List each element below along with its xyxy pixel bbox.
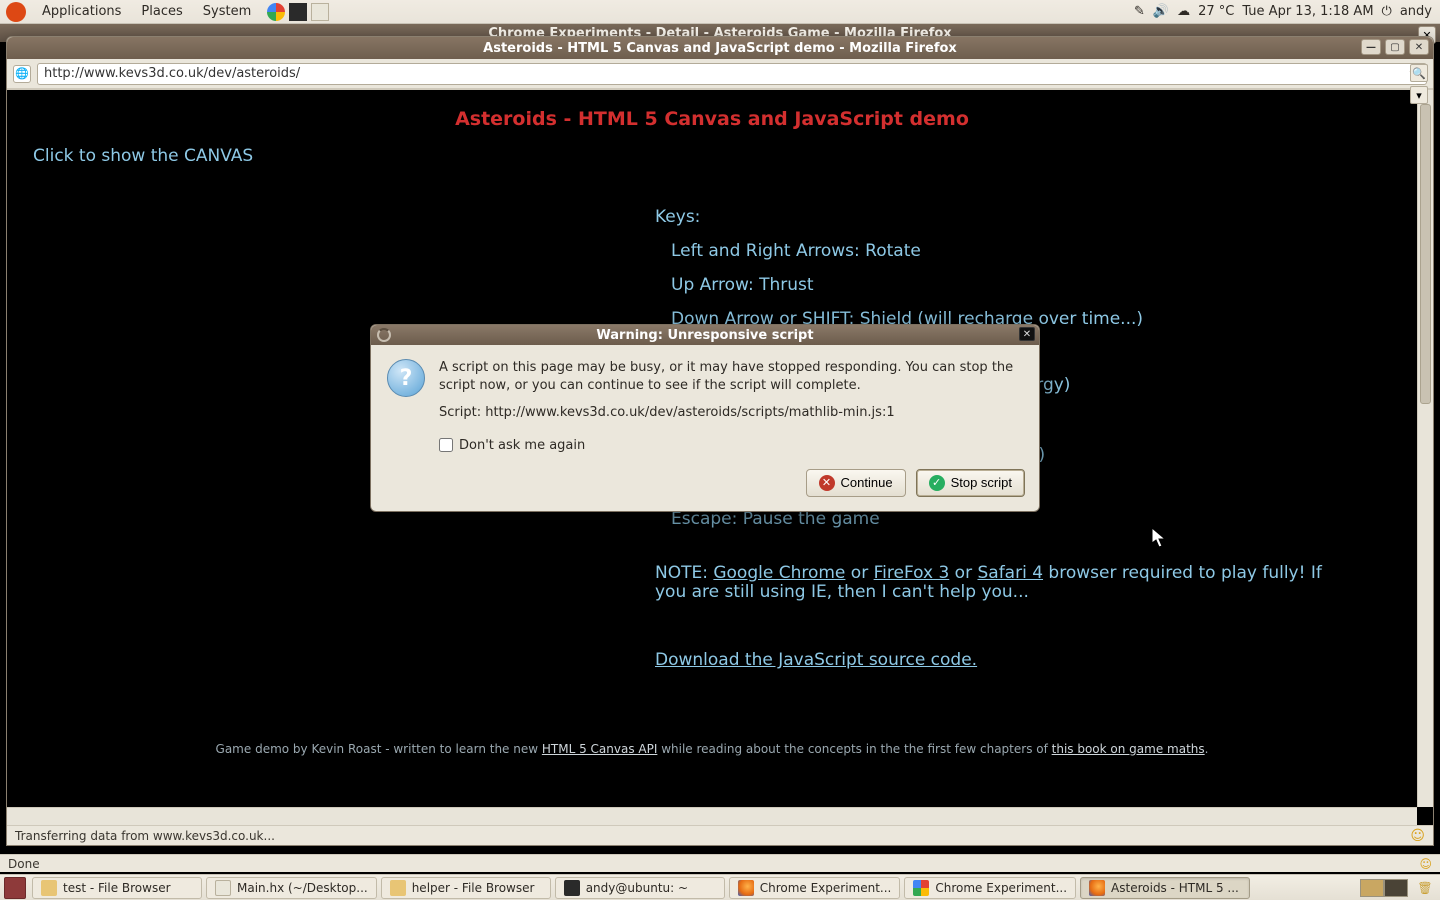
workspace-switcher[interactable] (1360, 879, 1408, 897)
url-text: http://www.kevs3d.co.uk/dev/asteroids/ (44, 66, 300, 81)
trash-icon[interactable]: 🗑 (1414, 877, 1436, 899)
keys-heading: Keys: (655, 200, 1143, 234)
taskbar-task[interactable]: andy@ubuntu: ~ (555, 877, 725, 899)
note-or: or (949, 563, 977, 583)
page-footer: Game demo by Kevin Roast - written to le… (7, 742, 1417, 756)
dialog-close-button[interactable]: ✕ (1019, 327, 1035, 341)
taskbar-task[interactable]: helper - File Browser (381, 877, 551, 899)
dialog-script-path: Script: http://www.kevs3d.co.uk/dev/aste… (439, 404, 1023, 422)
taskbar-task[interactable]: test - File Browser (32, 877, 202, 899)
status-bar: Transferring data from www.kevs3d.co.uk.… (7, 825, 1433, 845)
launcher-chrome-icon[interactable] (267, 3, 285, 21)
continue-button[interactable]: ✕ Continue (806, 469, 906, 497)
link-chrome[interactable]: Google Chrome (713, 563, 845, 583)
user-menu[interactable]: andy (1400, 4, 1432, 19)
stop-script-button-label: Stop script (951, 475, 1012, 490)
window-minimize-button[interactable]: — (1361, 39, 1381, 55)
weather-temp: 27 °C (1198, 4, 1234, 19)
cancel-icon: ✕ (819, 475, 835, 491)
taskbar-task-label: test - File Browser (63, 881, 171, 895)
background-status-text: Done (8, 857, 40, 871)
window-maximize-button[interactable]: ▢ (1385, 39, 1405, 55)
taskbar-task-label: andy@ubuntu: ~ (586, 881, 688, 895)
side-tools: 🔍 ▾ (1410, 64, 1430, 104)
footer-text: while reading about the concepts in the … (657, 742, 1051, 756)
link-firefox[interactable]: FireFox 3 (874, 563, 950, 583)
taskbar-task-label: Main.hx (~/Desktop... (237, 881, 368, 895)
page-heading: Asteroids - HTML 5 Canvas and JavaScript… (7, 90, 1417, 130)
keys-line: Left and Right Arrows: Rotate (671, 234, 1143, 268)
dont-ask-again-checkbox[interactable] (439, 438, 453, 452)
workspace-1[interactable] (1360, 879, 1384, 897)
shutdown-icon[interactable]: ⏻ (1382, 4, 1392, 19)
download-source-link[interactable]: Download the JavaScript source code. (655, 650, 977, 670)
status-smiley-icon[interactable]: ☺ (1410, 828, 1425, 844)
gnome-bottom-panel: test - File Browser Main.hx (~/Desktop...… (0, 874, 1440, 900)
clock[interactable]: Tue Apr 13, 1:18 AM (1242, 4, 1373, 19)
continue-button-label: Continue (841, 475, 893, 490)
distributor-logo-icon[interactable] (6, 2, 26, 22)
question-icon: ? (387, 359, 425, 397)
edit-icon (215, 880, 231, 896)
taskbar-task[interactable]: Asteroids - HTML 5 ... (1080, 877, 1250, 899)
unresponsive-script-dialog: Warning: Unresponsive script ✕ ? A scrip… (370, 324, 1040, 512)
taskbar-task[interactable]: Chrome Experiment... (729, 877, 901, 899)
taskbar-task-label: Chrome Experiment... (935, 881, 1067, 895)
taskbar-task-label: Chrome Experiment... (760, 881, 892, 895)
folder-icon (390, 880, 406, 896)
url-bar[interactable]: http://www.kevs3d.co.uk/dev/asteroids/ ☆ (37, 63, 1427, 85)
dialog-title: Warning: Unresponsive script (371, 328, 1039, 343)
dont-ask-again-label[interactable]: Don't ask me again (459, 438, 585, 453)
window-close-button[interactable]: ✕ (1409, 39, 1429, 55)
launcher-editor-icon[interactable] (311, 3, 329, 21)
update-indicator-icon[interactable]: ✎ (1134, 4, 1145, 19)
link-safari[interactable]: Safari 4 (977, 563, 1043, 583)
footer-text: Game demo by Kevin Roast - written to le… (216, 742, 542, 756)
horizontal-scrollbar[interactable] (7, 807, 1417, 825)
menu-applications[interactable]: Applications (32, 4, 131, 19)
vertical-scrollbar[interactable] (1417, 90, 1433, 807)
taskbar-task[interactable]: Chrome Experiment... (904, 877, 1076, 899)
workspace-2[interactable] (1384, 879, 1408, 897)
menu-system[interactable]: System (193, 4, 261, 19)
show-canvas-link[interactable]: Click to show the CANVAS (33, 146, 253, 166)
keys-line: Up Arrow: Thrust (671, 268, 1143, 302)
toolbar: 🌐 http://www.kevs3d.co.uk/dev/asteroids/… (7, 59, 1433, 89)
dialog-titlebar[interactable]: Warning: Unresponsive script ✕ (371, 325, 1039, 345)
taskbar-task-label: Asteroids - HTML 5 ... (1111, 881, 1239, 895)
volume-icon[interactable]: 🔊 (1153, 4, 1169, 19)
check-icon: ✓ (929, 475, 945, 491)
ff-icon (738, 880, 754, 896)
status-text: Transferring data from www.kevs3d.co.uk.… (15, 829, 275, 843)
dialog-message: A script on this page may be busy, or it… (439, 359, 1023, 394)
footer-text: . (1205, 742, 1209, 756)
link-canvas-api[interactable]: HTML 5 Canvas API (542, 742, 658, 756)
window-titlebar[interactable]: Asteroids - HTML 5 Canvas and JavaScript… (7, 37, 1433, 59)
gnome-top-panel: Applications Places System ✎ 🔊 ☁ 27 °C T… (0, 0, 1440, 24)
stop-script-button[interactable]: ✓ Stop script (916, 469, 1025, 497)
background-status-smiley-icon[interactable]: ☺ (1419, 857, 1432, 871)
background-status-bar: Done ☺ (0, 854, 1440, 872)
folder-icon (41, 880, 57, 896)
scrollbar-thumb[interactable] (1420, 104, 1431, 404)
launcher-terminal-icon[interactable] (289, 3, 307, 21)
weather-icon[interactable]: ☁ (1177, 4, 1190, 19)
site-favicon-icon: 🌐 (13, 65, 31, 83)
browser-note: NOTE: Google Chrome or FireFox 3 or Safa… (655, 564, 1345, 601)
ff-icon (1089, 880, 1105, 896)
mouse-cursor-icon (1152, 528, 1166, 548)
link-game-maths-book[interactable]: this book on game maths (1052, 742, 1205, 756)
menu-places[interactable]: Places (131, 4, 192, 19)
note-prefix: NOTE: (655, 563, 713, 583)
chrome-icon (913, 880, 929, 896)
window-title: Asteroids - HTML 5 Canvas and JavaScript… (7, 41, 1433, 56)
taskbar-task-label: helper - File Browser (412, 881, 535, 895)
dropdown-icon[interactable]: ▾ (1410, 86, 1428, 104)
show-desktop-button[interactable] (4, 877, 26, 899)
note-or: or (845, 563, 873, 583)
zoom-icon[interactable]: 🔍 (1410, 64, 1428, 82)
taskbar-task[interactable]: Main.hx (~/Desktop... (206, 877, 377, 899)
term-icon (564, 880, 580, 896)
spinner-icon (377, 328, 391, 342)
